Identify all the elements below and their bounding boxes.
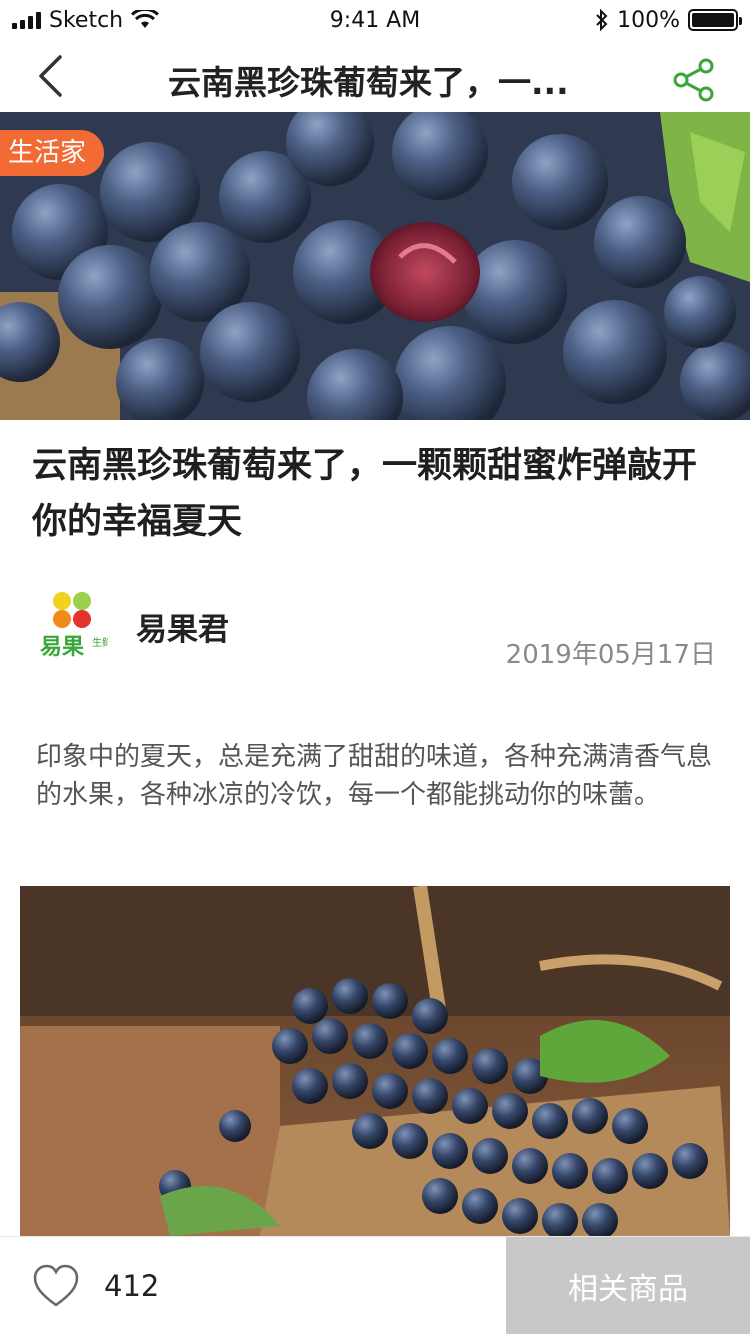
wifi-icon bbox=[131, 10, 160, 28]
article-intro: 印象中的夏天，总是充满了甜甜的味道，各种充满清香气息的水果，各种冰凉的冷饮，每一… bbox=[36, 742, 713, 810]
status-bar: Sketch 9:41 AM 100% bbox=[0, 0, 750, 40]
nav-title: 云南黑珍珠葡萄来了，一... bbox=[168, 63, 569, 102]
logo-subtext: 生鲜 bbox=[92, 636, 108, 649]
bottom-bar: 412 相关商品 bbox=[0, 1236, 750, 1334]
carrier-label: Sketch bbox=[49, 7, 124, 33]
article-title: 云南黑珍珠葡萄来了，一颗颗甜蜜炸弹敲开你的幸福夏天 bbox=[32, 446, 698, 542]
publish-date: 2019年05月17日 bbox=[505, 640, 716, 670]
article-photo bbox=[20, 886, 730, 1236]
author-name[interactable]: 易果君 bbox=[136, 604, 229, 649]
heart-icon bbox=[33, 1264, 79, 1307]
share-button[interactable] bbox=[672, 58, 716, 102]
battery-icon bbox=[688, 9, 742, 31]
battery-percent: 100% bbox=[617, 7, 680, 33]
logo-text: 易果 bbox=[40, 634, 84, 659]
category-badge: 生活家 bbox=[0, 130, 105, 176]
share-icon bbox=[673, 58, 714, 102]
grapes-closeup-image bbox=[0, 112, 750, 420]
battery-level bbox=[692, 13, 734, 27]
status-right: 100% bbox=[595, 7, 742, 33]
nav-bar: 云南黑珍珠葡萄来了，一... bbox=[0, 40, 750, 112]
back-button[interactable] bbox=[28, 54, 72, 98]
bluetooth-icon bbox=[596, 9, 608, 31]
chevron-left-icon bbox=[39, 55, 62, 97]
related-products-button[interactable]: 相关商品 bbox=[506, 1237, 750, 1334]
like-button[interactable] bbox=[32, 1263, 80, 1309]
signal-icon bbox=[12, 11, 41, 29]
like-count: 412 bbox=[104, 1269, 160, 1303]
brand-logo: 易果 生鲜 bbox=[40, 592, 108, 659]
status-left: Sketch bbox=[12, 7, 160, 33]
hero-image bbox=[0, 112, 750, 420]
author-row: 易果 生鲜 易果君 2019年05月17日 bbox=[36, 590, 716, 670]
grapes-basket-image bbox=[20, 886, 730, 1236]
